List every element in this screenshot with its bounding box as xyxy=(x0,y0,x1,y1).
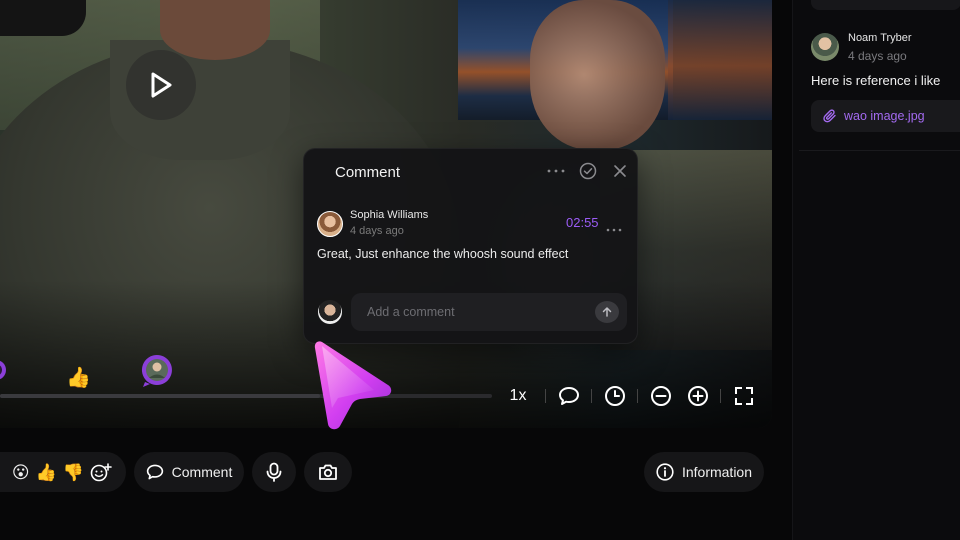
panel-comment-text: Here is reference i like xyxy=(811,73,941,88)
timeline-progress xyxy=(0,394,320,398)
divider xyxy=(637,389,638,403)
previous-comment-card[interactable] xyxy=(811,0,960,10)
comment-popup: Comment Sophia Williams 4 days ago 02:55… xyxy=(303,148,638,344)
panel-comment-avatar xyxy=(811,33,839,61)
divider xyxy=(591,389,592,403)
divider xyxy=(720,389,721,403)
zoom-in-icon xyxy=(687,386,708,406)
add-comment-input[interactable] xyxy=(351,293,627,331)
comment-author-name: Sophia Williams xyxy=(350,209,429,221)
reaction-wow[interactable]: 😮 xyxy=(12,464,30,481)
fullscreen-icon xyxy=(734,387,753,405)
video-background-monitor-2 xyxy=(668,0,772,120)
video-person-neck xyxy=(160,0,270,60)
popup-header-actions xyxy=(547,162,629,180)
comment-button[interactable]: Comment xyxy=(134,452,244,492)
comment-icon xyxy=(146,464,163,480)
avatar-comment-marker[interactable] xyxy=(141,354,173,388)
comment-text: Great, Just enhance the whoosh sound eff… xyxy=(317,247,569,261)
play-button[interactable] xyxy=(126,50,196,120)
cursor-pointer-icon xyxy=(308,338,398,434)
camera-icon xyxy=(319,464,337,480)
divider xyxy=(799,150,960,151)
comments-side-panel: Noam Tryber 4 days ago Here is reference… xyxy=(792,0,960,540)
zoom-out-button[interactable] xyxy=(649,385,672,408)
send-comment-button[interactable] xyxy=(595,301,619,323)
comment-more-button[interactable] xyxy=(606,219,622,237)
screenshot-button[interactable] xyxy=(304,452,352,492)
thumbs-up-reaction[interactable]: 👍 xyxy=(66,365,91,390)
add-emoji-icon xyxy=(90,463,112,482)
information-button[interactable]: Information xyxy=(644,452,764,492)
close-icon xyxy=(614,165,626,177)
playback-speed-button[interactable]: 1x xyxy=(506,387,530,405)
comment-time-ago: 4 days ago xyxy=(350,225,404,237)
comment-timestamp-link[interactable]: 02:55 xyxy=(566,215,599,230)
panel-comment-author: Noam Tryber xyxy=(848,32,912,44)
player-controls: 1x xyxy=(506,383,755,409)
fullscreen-button[interactable] xyxy=(732,385,755,408)
info-icon xyxy=(656,463,674,481)
attachment-link[interactable]: wao image.jpg xyxy=(811,100,960,132)
comment-marker[interactable] xyxy=(0,358,8,384)
add-reaction-button[interactable] xyxy=(90,462,112,482)
reaction-thumbs-down[interactable]: 👎 xyxy=(63,464,84,481)
timeline-track[interactable] xyxy=(0,394,492,398)
comment-button-label: Comment xyxy=(171,464,233,480)
reaction-thumbs-up[interactable]: 👍 xyxy=(36,464,57,481)
microphone-icon xyxy=(266,462,282,482)
current-user-avatar xyxy=(318,300,342,324)
popup-close-button[interactable] xyxy=(611,162,629,180)
app-root: 👍 1x Comment Sophia Williams 4 days ago … xyxy=(0,0,960,540)
divider xyxy=(545,389,546,403)
resolve-button[interactable] xyxy=(579,162,597,180)
panel-comment-time-ago: 4 days ago xyxy=(848,49,907,63)
popup-title: Comment xyxy=(335,164,401,181)
information-button-label: Information xyxy=(681,464,753,480)
video-camera-object xyxy=(0,0,86,36)
history-button[interactable] xyxy=(603,385,626,408)
check-circle-icon xyxy=(579,162,597,180)
comment-toggle-button[interactable] xyxy=(557,385,580,408)
video-hand xyxy=(530,0,665,150)
paperclip-icon xyxy=(823,109,836,123)
zoom-in-button[interactable] xyxy=(686,385,709,408)
voice-note-button[interactable] xyxy=(252,452,296,492)
popup-more-button[interactable] xyxy=(547,162,565,180)
zoom-out-icon xyxy=(650,386,671,406)
comment-author-avatar xyxy=(317,211,343,237)
play-icon xyxy=(151,72,172,98)
reaction-bar: 😮 👍 👎 xyxy=(0,452,126,492)
more-icon xyxy=(606,228,622,232)
clock-icon xyxy=(604,386,625,406)
attachment-filename: wao image.jpg xyxy=(844,109,925,123)
more-icon xyxy=(547,169,565,173)
arrow-up-icon xyxy=(602,307,612,317)
comment-icon xyxy=(558,387,579,405)
